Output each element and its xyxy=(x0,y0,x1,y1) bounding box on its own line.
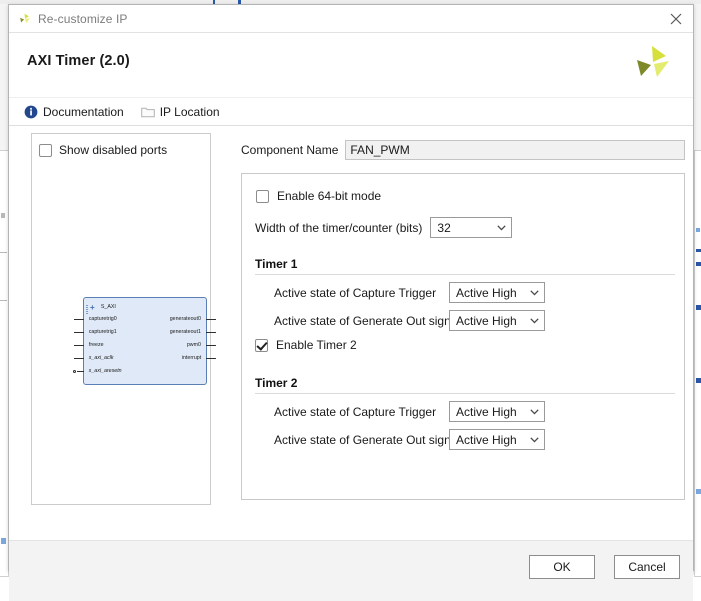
page-title: AXI Timer (2.0) xyxy=(27,53,130,69)
component-name-row: Component Name xyxy=(241,140,685,160)
dialog-linkbar: Documentation IP Location xyxy=(9,98,693,126)
pin-freeze xyxy=(74,345,84,346)
port-label-generateout0: generateout0 xyxy=(170,315,202,323)
enable-64bit-checkbox[interactable]: Enable 64-bit mode xyxy=(256,189,381,203)
chevron-down-icon xyxy=(491,224,511,231)
port-label-generateout1: generateout1 xyxy=(170,328,202,336)
timer2-generate-out-label: Active state of Generate Out signal xyxy=(274,432,461,447)
xilinx-brand-logo-icon xyxy=(631,41,675,85)
chevron-down-icon xyxy=(524,317,544,324)
component-name-label: Component Name xyxy=(241,143,339,157)
timer1-capture-trigger-select[interactable]: Active High xyxy=(449,282,545,303)
re-customize-ip-dialog: Re-customize IP AXI Timer (2.0) Document… xyxy=(8,4,694,601)
pin-capturetrig1 xyxy=(74,332,84,333)
chevron-down-icon xyxy=(524,436,544,443)
ok-button[interactable]: OK xyxy=(529,555,595,579)
pin-s-axi-aclk xyxy=(74,358,84,359)
pin-generateout1 xyxy=(206,332,216,333)
bg-right-mark-3 xyxy=(696,262,701,266)
enable-timer2-label: Enable Timer 2 xyxy=(276,338,357,352)
enable-64bit-label: Enable 64-bit mode xyxy=(277,189,382,203)
timer1-capture-trigger-row: Active state of Capture Trigger Active H… xyxy=(274,282,545,303)
bg-left-mark-1 xyxy=(1,213,5,218)
timer1-capture-trigger-value: Active High xyxy=(456,285,517,300)
timer1-rule xyxy=(255,274,675,275)
xilinx-logo-icon xyxy=(18,12,32,26)
pin-capturetrig0 xyxy=(74,319,84,320)
close-icon[interactable] xyxy=(665,8,687,30)
timer-width-label: Width of the timer/counter (bits) xyxy=(255,220,423,235)
info-icon xyxy=(24,105,38,119)
port-label-s-axi-aclk: s_axi_aclk xyxy=(88,354,114,362)
cancel-button[interactable]: Cancel xyxy=(614,555,680,579)
documentation-link[interactable]: Documentation xyxy=(24,105,124,119)
timer-options-group: Enable 64-bit mode Width of the timer/co… xyxy=(241,173,685,500)
show-disabled-ports-box[interactable] xyxy=(39,143,52,157)
port-label-capturetrig0: capturetrig0 xyxy=(88,315,117,323)
port-label-freeze: freeze xyxy=(88,341,104,349)
chevron-down-icon xyxy=(524,289,544,296)
bg-left-mark-4 xyxy=(1,538,6,544)
bus-expand-dots xyxy=(86,305,88,315)
component-name-input[interactable] xyxy=(345,140,685,160)
pin-interrupt xyxy=(206,358,216,359)
bg-left-mark-3 xyxy=(0,300,7,301)
pin-s-axi-aresetn xyxy=(77,371,84,372)
bg-right-window xyxy=(694,150,701,577)
ip-location-link[interactable]: IP Location xyxy=(140,104,220,119)
bg-right-mark-1 xyxy=(696,228,700,232)
dialog-titlebar: Re-customize IP xyxy=(9,5,693,33)
pin-generateout0 xyxy=(206,319,216,320)
timer2-generate-out-value: Active High xyxy=(456,432,517,447)
timer2-capture-trigger-label: Active state of Capture Trigger xyxy=(274,404,437,419)
bg-right-mark-5 xyxy=(696,378,701,383)
timer2-generate-out-row: Active state of Generate Out signal Acti… xyxy=(274,429,545,450)
ip-location-label: IP Location xyxy=(159,104,220,119)
bg-right-mark-6 xyxy=(696,489,701,494)
bus-expand-plus-icon[interactable]: + xyxy=(90,304,95,312)
timer2-capture-trigger-row: Active state of Capture Trigger Active H… xyxy=(274,401,545,422)
documentation-label: Documentation xyxy=(43,104,124,119)
pin-inverted-marker-s-axi-aresetn xyxy=(73,369,76,373)
dialog-header: AXI Timer (2.0) xyxy=(9,33,693,98)
timer-width-row: Width of the timer/counter (bits) 32 xyxy=(255,217,513,238)
timer2-rule xyxy=(255,393,675,394)
timer2-capture-trigger-value: Active High xyxy=(456,404,517,419)
ip-block-symbol: + S_AXI capturetrig0 capturetrig1 freeze… xyxy=(73,297,216,385)
folder-icon xyxy=(140,105,155,119)
ip-symbol-preview-panel: Show disabled ports + S_AXI capturetrig0… xyxy=(31,133,216,505)
port-label-pwm0: pwm0 xyxy=(187,341,202,349)
dialog-title: Re-customize IP xyxy=(38,11,128,26)
timer1-heading: Timer 1 xyxy=(255,257,298,271)
port-label-s-axi: S_AXI xyxy=(100,303,116,311)
enable-64bit-box[interactable] xyxy=(256,189,269,203)
ip-config-panel: Component Name Enable 64-bit mode Width … xyxy=(237,133,685,505)
dialog-body: Show disabled ports + S_AXI capturetrig0… xyxy=(9,126,693,540)
enable-timer2-checkbox[interactable]: Enable Timer 2 xyxy=(255,338,357,352)
show-disabled-ports-checkbox[interactable]: Show disabled ports xyxy=(39,143,167,157)
timer1-generate-out-label: Active state of Generate Out signal xyxy=(274,313,461,328)
timer1-generate-out-value: Active High xyxy=(456,313,517,328)
enable-timer2-box[interactable] xyxy=(255,338,268,352)
port-label-s-axi-aresetn: s_axi_aresetn xyxy=(88,367,122,375)
port-label-interrupt: interrupt xyxy=(181,354,202,362)
timer1-generate-out-select[interactable]: Active High xyxy=(449,310,545,331)
timer-width-select[interactable]: 32 xyxy=(430,217,513,238)
dialog-footer: OK Cancel xyxy=(9,540,693,601)
bg-right-mark-4 xyxy=(696,305,701,310)
pin-pwm0 xyxy=(206,345,216,346)
show-disabled-ports-label: Show disabled ports xyxy=(59,143,168,157)
bg-left-mark-2 xyxy=(0,252,7,253)
port-label-capturetrig1: capturetrig1 xyxy=(88,328,117,336)
timer2-heading: Timer 2 xyxy=(255,376,298,390)
timer1-capture-trigger-label: Active state of Capture Trigger xyxy=(274,285,437,300)
timer2-generate-out-select[interactable]: Active High xyxy=(449,429,545,450)
timer2-capture-trigger-select[interactable]: Active High xyxy=(449,401,545,422)
chevron-down-icon xyxy=(524,408,544,415)
timer-width-value: 32 xyxy=(437,220,451,235)
bg-right-mark-2 xyxy=(696,249,701,252)
timer1-generate-out-row: Active state of Generate Out signal Acti… xyxy=(274,310,545,331)
